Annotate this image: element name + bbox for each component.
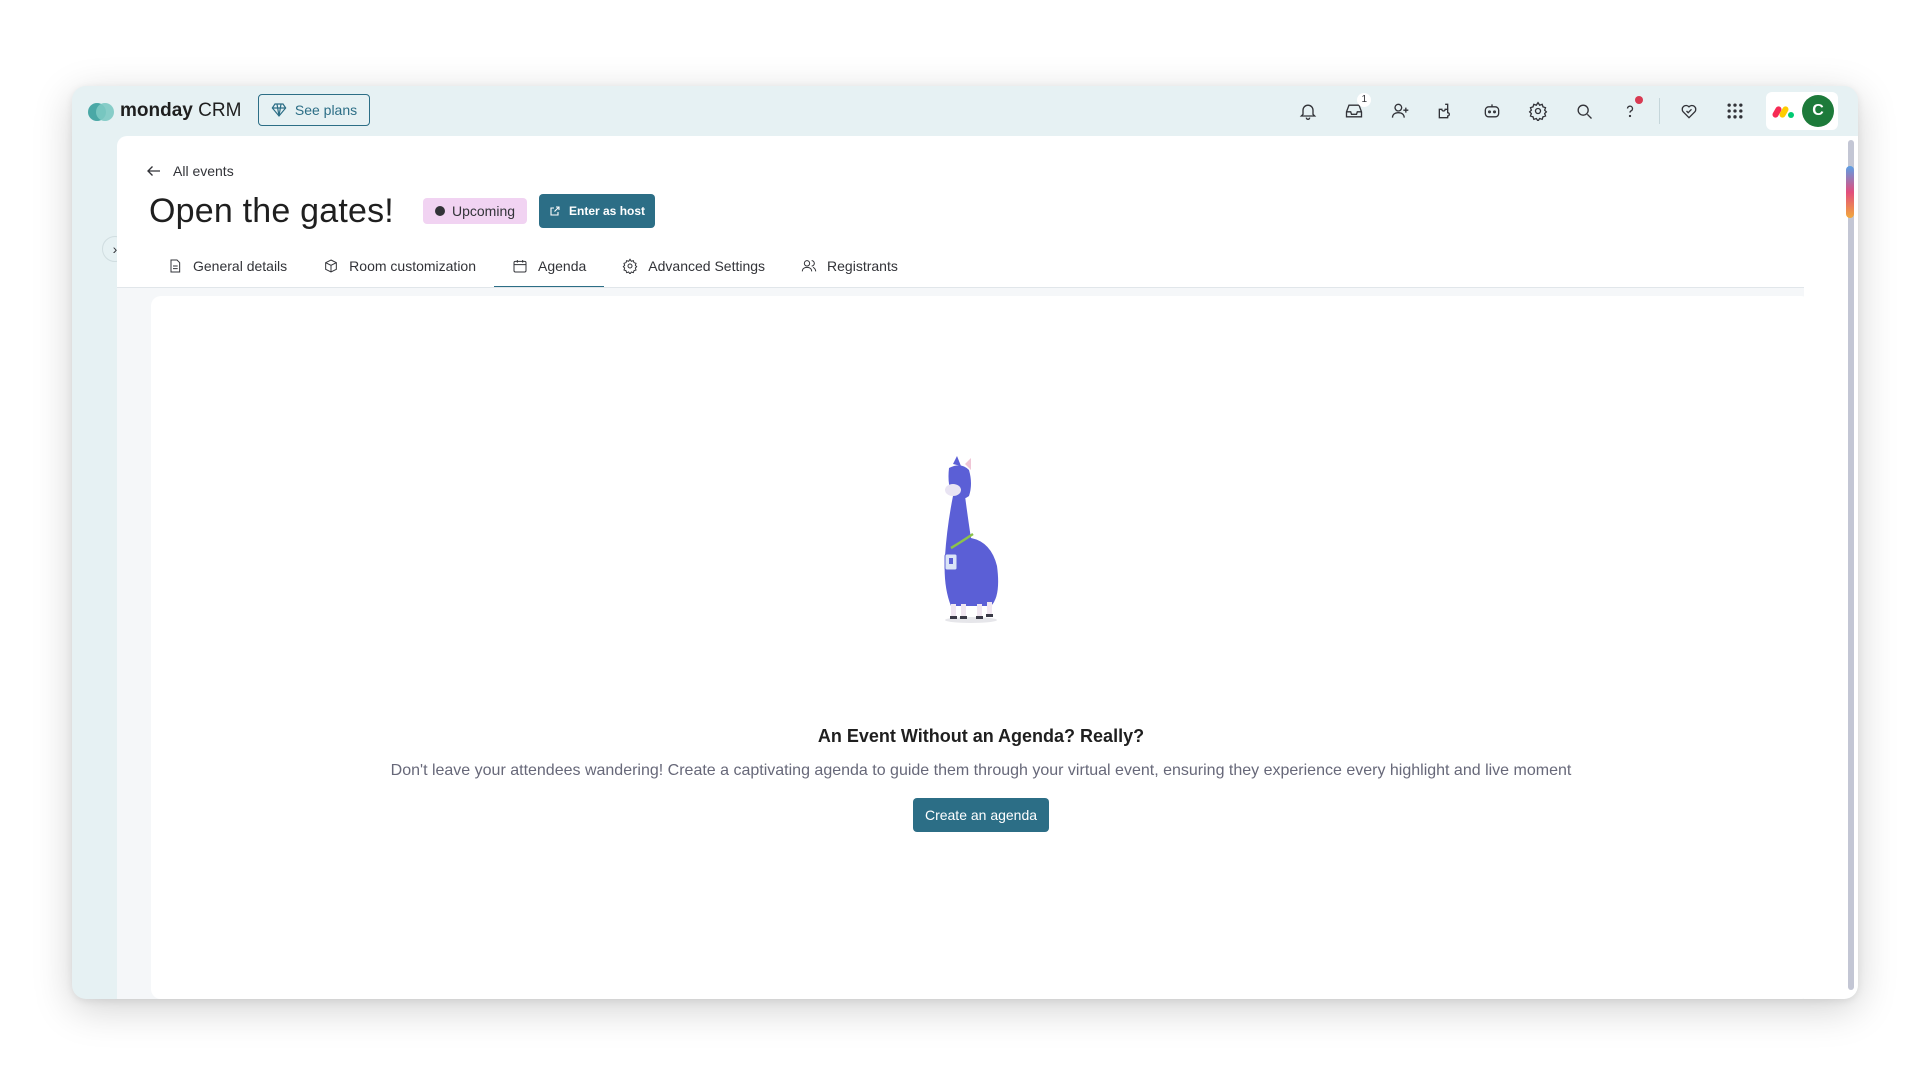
topbar-icons: 1 C: [1285, 92, 1838, 130]
product-switcher-button[interactable]: [1712, 92, 1758, 130]
search-button[interactable]: [1561, 92, 1607, 130]
invite-members-button[interactable]: [1377, 92, 1423, 130]
help-notification-dot: [1635, 96, 1643, 104]
notifications-button[interactable]: [1285, 92, 1331, 130]
help-button[interactable]: [1607, 92, 1653, 130]
status-badge: Upcoming: [423, 198, 528, 224]
back-link[interactable]: All events: [145, 162, 234, 180]
arrow-left-icon: [147, 166, 160, 176]
ai-icon: [1484, 104, 1500, 118]
invite-icon: [1391, 103, 1409, 118]
tab-room-customization[interactable]: Room customization: [305, 246, 494, 286]
account-menu[interactable]: C: [1766, 92, 1838, 130]
search-icon: [1577, 104, 1592, 119]
apps-button[interactable]: [1423, 92, 1469, 130]
settings-icon: [622, 258, 638, 274]
monday-logo-icon: [88, 101, 114, 121]
settings-button[interactable]: [1515, 92, 1561, 130]
grid-icon: [1727, 103, 1743, 119]
empty-state-card: An Event Without an Agenda? Really? Don'…: [151, 296, 1811, 999]
tab-registrants[interactable]: Registrants: [783, 246, 916, 286]
heart-icon: [1681, 104, 1697, 119]
cube-icon: [325, 259, 338, 273]
tab-general-details[interactable]: General details: [149, 246, 305, 286]
favorites-button[interactable]: [1666, 92, 1712, 130]
empty-state-title: An Event Without an Agenda? Really?: [817, 726, 1145, 746]
llama-illustration: [944, 456, 999, 623]
tab-agenda[interactable]: Agenda: [494, 246, 605, 288]
help-icon: [1626, 105, 1634, 118]
user-avatar: C: [1802, 95, 1834, 127]
ai-assistant-button[interactable]: [1469, 92, 1515, 130]
app-logo[interactable]: monday CRM: [88, 100, 241, 122]
agenda-area: An Event Without an Agenda? Really? Don'…: [117, 288, 1811, 999]
top-bar: monday CRM See plans 1 C: [72, 86, 1858, 136]
scroll-indicator: [1846, 166, 1854, 218]
document-icon: [170, 259, 181, 273]
main-content: All events Open the gates! Upcoming Ente…: [117, 136, 1858, 999]
tab-advanced-settings[interactable]: Advanced Settings: [604, 246, 783, 286]
scrollbar[interactable]: [1848, 140, 1854, 990]
inbox-count-badge: 1: [1357, 93, 1371, 107]
external-link-icon: [550, 206, 560, 216]
calendar-icon: [513, 260, 527, 273]
empty-state-description: Don't leave your attendees wandering! Cr…: [390, 762, 1572, 779]
tab-bar: General details Room customization Agend…: [149, 246, 916, 288]
page-title: Open the gates!: [149, 192, 394, 230]
clock-icon: [435, 206, 445, 216]
app-window: monday CRM See plans 1 C › All events Op…: [72, 86, 1858, 999]
create-agenda-button[interactable]: Create an agenda: [913, 798, 1049, 832]
bell-icon: [1299, 104, 1317, 120]
divider: [1659, 98, 1660, 124]
enter-as-host-button[interactable]: Enter as host: [539, 194, 656, 228]
brand-name: monday CRM: [120, 100, 242, 121]
see-plans-button[interactable]: See plans: [258, 94, 370, 126]
diamond-icon: [271, 103, 287, 117]
users-icon: [801, 260, 817, 272]
gear-icon: [1528, 101, 1548, 121]
inbox-button[interactable]: 1: [1331, 92, 1377, 130]
apps-icon: [1438, 103, 1450, 119]
monday-mark-icon: [1771, 104, 1796, 119]
